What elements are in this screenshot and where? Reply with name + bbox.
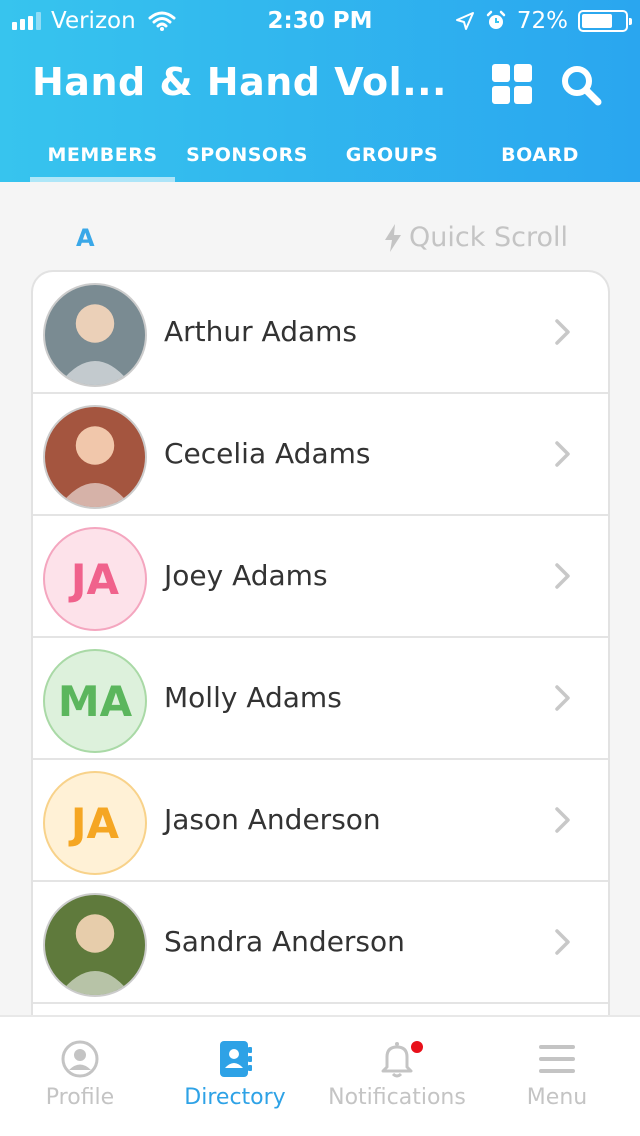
member-name: Joey Adams (164, 559, 328, 592)
section-letter: A (76, 224, 95, 252)
quick-scroll-button[interactable]: Quick Scroll (383, 222, 568, 253)
photo-avatar (43, 283, 147, 387)
battery-icon (578, 10, 632, 32)
page-title: Hand & Hand Vol... (32, 60, 447, 104)
tabbar-profile[interactable]: Profile (0, 1017, 160, 1136)
member-row[interactable]: JA Jason Anderson (33, 760, 608, 882)
chevron-right-icon (555, 563, 570, 589)
photo-avatar (43, 893, 147, 997)
app-header: Verizon 2:30 PM 72% Hand & Hand Vol... M… (0, 0, 640, 182)
tabbar-menu[interactable]: Menu (477, 1017, 637, 1136)
chevron-right-icon (555, 441, 570, 467)
tabbar-notifications-label: Notifications (328, 1085, 466, 1110)
person-silhouette-icon (58, 426, 132, 507)
member-name: Jason Anderson (164, 803, 381, 836)
alarm-icon (486, 10, 506, 29)
menu-icon (539, 1045, 575, 1073)
quick-scroll-label: Quick Scroll (409, 222, 568, 253)
profile-icon (61, 1040, 99, 1078)
member-row[interactable]: Sandra Anderson (33, 882, 608, 1004)
member-name: Sandra Anderson (164, 925, 405, 958)
tabbar-notifications[interactable]: Notifications (317, 1017, 477, 1136)
member-name: Molly Adams (164, 681, 342, 714)
tab-members[interactable]: MEMBERS (30, 136, 175, 182)
initials-avatar: JA (43, 527, 147, 631)
member-name: Cecelia Adams (164, 437, 371, 470)
member-row[interactable]: Arthur Adams (33, 272, 608, 394)
member-row[interactable]: MA Molly Adams (33, 638, 608, 760)
tabbar-directory[interactable]: Directory (155, 1017, 315, 1136)
tab-groups[interactable]: GROUPS (330, 136, 454, 182)
chevron-right-icon (555, 929, 570, 955)
person-silhouette-icon (58, 304, 132, 385)
member-list: Arthur Adams Cecelia Adams JA Joey Adams MA M… (31, 270, 610, 1030)
member-row[interactable]: JA Joey Adams (33, 516, 608, 638)
initials-avatar: MA (43, 649, 147, 753)
tabbar-menu-label: Menu (526, 1085, 588, 1110)
member-name: Arthur Adams (164, 315, 358, 348)
member-row[interactable]: Cecelia Adams (33, 394, 608, 516)
directory-icon (220, 1041, 252, 1077)
grid-view-icon[interactable] (492, 64, 532, 104)
tab-board[interactable]: BOARD (480, 136, 600, 182)
location-arrow-icon (455, 12, 474, 30)
chevron-right-icon (555, 807, 570, 833)
status-bar: Verizon 2:30 PM 72% (0, 0, 640, 40)
bottom-tab-bar: Profile Directory Notifications Menu (0, 1015, 640, 1136)
search-icon[interactable] (560, 64, 602, 106)
tabbar-directory-label: Directory (184, 1085, 286, 1110)
tab-sponsors[interactable]: SPONSORS (180, 136, 314, 182)
lightning-icon (385, 223, 402, 252)
directory-tabs: MEMBERS SPONSORS GROUPS BOARD (0, 136, 640, 182)
initials-avatar: JA (43, 771, 147, 875)
chevron-right-icon (555, 319, 570, 345)
battery-percent: 72% (516, 8, 568, 34)
notification-dot (411, 1041, 423, 1053)
tabbar-profile-label: Profile (45, 1085, 115, 1110)
person-silhouette-icon (58, 914, 132, 995)
chevron-right-icon (555, 685, 570, 711)
photo-avatar (43, 405, 147, 509)
